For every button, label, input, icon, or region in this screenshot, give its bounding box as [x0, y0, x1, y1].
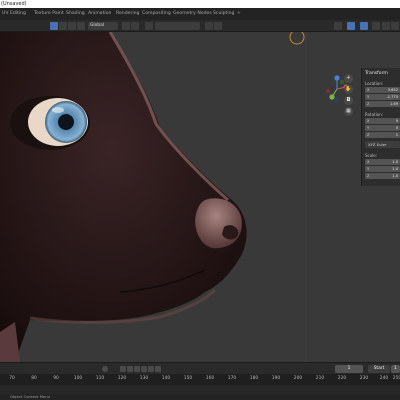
- select-box-button[interactable]: [50, 22, 58, 30]
- frame-tick: 160: [205, 376, 215, 381]
- play-icon[interactable]: [141, 366, 147, 372]
- next-keyframe-icon[interactable]: [148, 366, 154, 372]
- location-x-field[interactable]: X 3.652: [365, 87, 400, 93]
- light-gizmo: [289, 32, 305, 45]
- tab-texture-paint[interactable]: Texture Paint: [34, 11, 64, 16]
- frame-tick: 70: [9, 376, 15, 381]
- timeline-header: 1 Start 1: [0, 362, 400, 374]
- transform-orientation-label: Global: [90, 23, 105, 28]
- frame-tick: 220: [337, 376, 347, 381]
- frame-tick: 250: [392, 376, 400, 381]
- gizmo-toggle-icon[interactable]: [347, 22, 355, 30]
- visibility-icon[interactable]: [334, 22, 342, 30]
- frame-tick: 110: [95, 376, 105, 381]
- tab-rendering[interactable]: Rendering: [116, 11, 139, 16]
- frame-tick: 170: [227, 376, 237, 381]
- current-frame-field[interactable]: 1: [335, 365, 363, 373]
- tab-shading[interactable]: Shading: [66, 11, 85, 16]
- pivot-icon[interactable]: [122, 22, 130, 30]
- add-workspace-button[interactable]: +: [237, 11, 241, 16]
- proportional-edit-icon[interactable]: [205, 22, 213, 30]
- pupil: [58, 114, 74, 130]
- frame-tick: 140: [161, 376, 171, 381]
- rotation-y-field[interactable]: Y0: [365, 125, 400, 131]
- snap-icon[interactable]: [131, 22, 139, 30]
- scale-label: Scale:: [365, 153, 378, 158]
- select-subtract-button[interactable]: [68, 22, 76, 30]
- snap-target-dropdown[interactable]: [145, 22, 153, 30]
- rotation-label: Rotation:: [365, 112, 384, 117]
- rotation-z-field[interactable]: Z1: [365, 132, 400, 138]
- window-title-bar: (Unsaved): [0, 0, 400, 8]
- frame-tick: 180: [249, 376, 259, 381]
- xray-icon[interactable]: [372, 22, 380, 30]
- head-mesh: [0, 32, 247, 362]
- transform-orientation-dropdown[interactable]: Global: [88, 22, 118, 30]
- sidebar-transform-panel: Transform Location: X 3.652 Y -1.775 Z 1.69…: [361, 68, 400, 186]
- frame-tick: 190: [271, 376, 281, 381]
- status-bar: Object Context Menu: [0, 394, 400, 400]
- location-label: Location:: [365, 81, 384, 86]
- scale-y-field[interactable]: Y 1.0: [365, 166, 400, 172]
- window-title: (Unsaved): [1, 1, 27, 7]
- timeline-body[interactable]: [0, 385, 400, 394]
- tab-compositing[interactable]: Compositing: [142, 11, 171, 16]
- eye-specular: [52, 107, 64, 113]
- record-icon[interactable]: [102, 366, 108, 372]
- frame-tick: 90: [53, 376, 59, 381]
- tab-geometry-nodes[interactable]: Geometry Nodes: [173, 11, 212, 16]
- camera-icon[interactable]: ◘: [344, 96, 353, 105]
- play-reverse-icon[interactable]: [134, 366, 140, 372]
- start-frame-label: Start: [368, 365, 390, 373]
- frame-tick: 210: [315, 376, 325, 381]
- frame-tick: 130: [139, 376, 149, 381]
- frame-tick: 80: [31, 376, 37, 381]
- falloff-icon[interactable]: [214, 22, 222, 30]
- shading-solid-icon[interactable]: [382, 22, 390, 30]
- frame-ruler[interactable]: 70 80 90 100 110 120 130 140 150 160 170…: [0, 374, 400, 385]
- 3d-viewport[interactable]: + ✋ ◘ ▦ Transform Location: X 3.652 Y -1.7…: [0, 32, 400, 362]
- start-frame-field[interactable]: 1: [391, 365, 400, 373]
- location-z-field[interactable]: Z 1.69: [365, 101, 400, 107]
- jump-start-icon[interactable]: [120, 366, 126, 372]
- jump-end-icon[interactable]: [155, 366, 161, 372]
- frame-tick: 150: [183, 376, 193, 381]
- workspace-tabs: UV Editing Texture Paint Shading Animati…: [0, 8, 400, 20]
- zoom-icon[interactable]: +: [344, 74, 353, 83]
- frame-tick: 120: [117, 376, 127, 381]
- location-y-field[interactable]: Y -1.775: [365, 94, 400, 100]
- frame-tick: 240: [379, 376, 389, 381]
- tab-uv-editing[interactable]: UV Editing: [2, 11, 26, 16]
- overlay-toggle-icon[interactable]: [360, 22, 368, 30]
- tab-animation[interactable]: Animation: [88, 11, 111, 16]
- rotation-mode-dropdown[interactable]: XYZ Euler: [365, 141, 400, 148]
- viewport-header: Global: [0, 20, 400, 32]
- prev-keyframe-icon[interactable]: [127, 366, 133, 372]
- frame-tick: 200: [293, 376, 303, 381]
- grid-icon[interactable]: ▦: [344, 107, 353, 116]
- frame-tick: 230: [359, 376, 369, 381]
- scale-x-field[interactable]: X 1.0: [365, 159, 400, 165]
- status-text: Object Context Menu: [10, 394, 51, 399]
- snap-dropdown[interactable]: [155, 22, 200, 30]
- tab-sculpting[interactable]: Sculpting: [213, 11, 234, 16]
- frame-tick: 100: [73, 376, 83, 381]
- hand-pan-icon[interactable]: ✋: [344, 85, 353, 94]
- rotation-x-field[interactable]: X9: [365, 118, 400, 124]
- select-extend-button[interactable]: [59, 22, 67, 30]
- shading-material-icon[interactable]: [391, 22, 399, 30]
- scale-z-field[interactable]: Z 1.0: [365, 173, 400, 179]
- panel-title: Transform: [365, 71, 388, 76]
- select-invert-button[interactable]: [77, 22, 85, 30]
